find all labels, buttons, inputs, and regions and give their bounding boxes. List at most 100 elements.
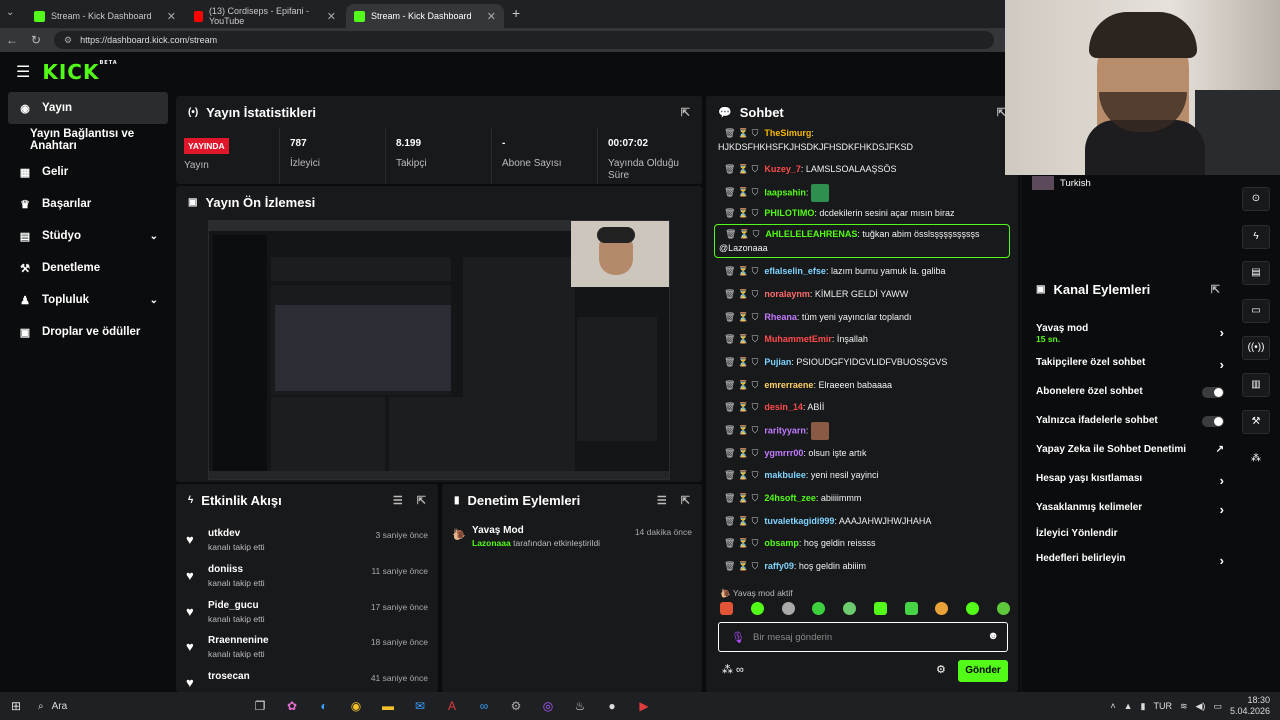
reload-icon[interactable]: ↻ xyxy=(24,33,48,47)
emote-button[interactable] xyxy=(996,602,1010,615)
chat-username[interactable]: obsamp xyxy=(764,538,799,548)
close-tab-icon[interactable]: ✕ xyxy=(327,10,336,23)
mod-tools-icon[interactable]: 🗑 ⏳ ⛉ xyxy=(725,229,759,239)
chat-username[interactable]: makbulee xyxy=(764,470,806,480)
sidebar-item-gelir[interactable]: ▦ Gelir xyxy=(0,156,172,188)
chat-username[interactable]: Kuzey_7 xyxy=(764,164,801,174)
close-tab-icon[interactable]: ✕ xyxy=(167,10,176,23)
activity-user[interactable]: utkdev xyxy=(208,528,240,539)
chevron-right-icon[interactable]: › xyxy=(1220,357,1224,372)
browser-tab-3[interactable]: Stream - Kick Dashboard ✕ xyxy=(346,4,504,28)
mod-tools-icon[interactable]: 🗑 ⏳ ⛉ xyxy=(724,448,758,458)
messenger-icon[interactable]: ◎ xyxy=(536,696,560,716)
tray-chevron-icon[interactable]: ˄ xyxy=(1110,701,1115,711)
emote-button[interactable] xyxy=(873,602,887,615)
outlook-icon[interactable]: ✉ xyxy=(408,696,432,716)
quick-action-camera-icon[interactable]: ⊙ xyxy=(1242,187,1270,211)
quick-action-document-icon[interactable]: ▤ xyxy=(1242,261,1270,285)
settings-gear-icon[interactable]: ⚙ xyxy=(936,663,946,676)
popout-icon[interactable]: ⇱ xyxy=(681,494,690,507)
emote-button[interactable] xyxy=(750,602,764,615)
site-info-icon[interactable]: ⚙ xyxy=(64,35,72,46)
edge-icon[interactable]: ◐ xyxy=(312,696,336,716)
chat-username[interactable]: rarityyarn xyxy=(764,425,806,435)
chat-input[interactable]: 🎙 Bir mesaj gönderin ☻ xyxy=(718,622,1008,652)
mod-tools-icon[interactable]: 🗑 ⏳ ⛉ xyxy=(724,516,758,526)
emote-button[interactable] xyxy=(966,602,980,615)
chat-username[interactable]: 24hsoft_zee xyxy=(764,493,816,503)
chevron-right-icon[interactable]: › xyxy=(1220,502,1224,517)
wifi-icon[interactable]: ≋ xyxy=(1180,701,1188,712)
popout-icon[interactable]: ⇱ xyxy=(681,106,690,119)
chat-username[interactable]: noralaynm xyxy=(764,289,810,299)
quick-action-chat-icon[interactable]: ▭ xyxy=(1242,299,1270,323)
chat-username[interactable]: Rheana xyxy=(764,312,797,322)
sidebar-item-denetleme[interactable]: ⚒ Denetleme xyxy=(0,252,172,284)
emote-button[interactable] xyxy=(720,602,733,615)
browser-tab-1[interactable]: Stream - Kick Dashboard ✕ xyxy=(26,4,184,28)
channel-action-raid[interactable]: İzleyici Yönlendir xyxy=(1036,528,1224,546)
chevron-down-icon[interactable]: ⌄ xyxy=(150,231,158,242)
toggle-switch[interactable] xyxy=(1202,416,1224,427)
files-icon[interactable]: ▬ xyxy=(376,696,400,716)
microphone-icon[interactable]: 🎙 xyxy=(731,631,745,644)
volume-icon[interactable]: ◀) xyxy=(1196,701,1206,712)
filter-icon[interactable]: ☰ xyxy=(657,494,667,507)
popout-icon[interactable]: ⇱ xyxy=(1211,283,1220,296)
chat-username[interactable]: PHILOTIMO xyxy=(764,208,814,218)
chat-username[interactable]: ygmrrr00 xyxy=(764,448,803,458)
mod-tools-icon[interactable]: 🗑 ⏳ ⛉ xyxy=(724,425,758,435)
mod-tools-icon[interactable]: 🗑 ⏳ ⛉ xyxy=(724,208,758,218)
emote-button[interactable] xyxy=(812,602,826,615)
mod-tools-icon[interactable]: 🗑 ⏳ ⛉ xyxy=(724,164,758,174)
quick-action-bolt-icon[interactable]: ϟ xyxy=(1242,225,1270,249)
quick-action-tool-icon[interactable]: ⚒ xyxy=(1242,410,1270,434)
chat-username[interactable]: eflalselin_efse xyxy=(764,266,826,276)
channel-action-banned-words[interactable]: Yasaklanmış kelimeler › xyxy=(1036,502,1224,520)
menu-icon[interactable]: ☰ xyxy=(16,62,30,82)
mod-tools-icon[interactable]: 🗑 ⏳ ⛉ xyxy=(724,538,758,548)
kick-logo[interactable]: KICKBETA xyxy=(42,60,117,84)
preview-video[interactable] xyxy=(208,220,670,480)
mod-log-user[interactable]: Lazonaaa xyxy=(472,538,511,548)
chat-username[interactable]: TheSimurg xyxy=(764,128,811,138)
steam-icon[interactable]: ♨ xyxy=(568,696,592,716)
send-button[interactable]: Gönder xyxy=(958,660,1008,682)
language-indicator[interactable]: TUR xyxy=(1153,701,1172,711)
activity-user[interactable]: trosecan xyxy=(208,671,250,682)
back-icon[interactable]: ← xyxy=(0,33,24,47)
activity-user[interactable]: Rraennenine xyxy=(208,635,269,646)
mod-tools-icon[interactable]: 🗑 ⏳ ⛉ xyxy=(724,312,758,322)
quick-action-layout-icon[interactable]: ▥ xyxy=(1242,373,1270,397)
mod-tools-icon[interactable]: 🗑 ⏳ ⛉ xyxy=(724,402,758,412)
mod-tools-icon[interactable]: 🗑 ⏳ ⛉ xyxy=(724,470,758,480)
channel-action-ai-moderation[interactable]: Yapay Zeka ile Sohbet Denetimi ↗ xyxy=(1036,444,1224,462)
mod-tools-icon[interactable]: 🗑 ⏳ ⛉ xyxy=(724,357,758,367)
sidebar-item-topluluk[interactable]: ♟ Topluluk ⌄ xyxy=(0,284,172,316)
recorder-icon[interactable]: ▶ xyxy=(632,696,656,716)
chat-username[interactable]: MuhammetEmir xyxy=(764,334,832,344)
points-icon[interactable]: ⁂ ∞ xyxy=(722,663,744,676)
close-tab-icon[interactable]: ✕ xyxy=(487,10,496,23)
quick-action-points-icon[interactable]: ⁂ xyxy=(1242,448,1270,472)
chat-username[interactable]: emrerraene xyxy=(764,380,813,390)
url-field[interactable]: ⚙ https://dashboard.kick.com/stream xyxy=(54,31,994,49)
settings-icon[interactable]: ⚙ xyxy=(504,696,528,716)
chat-username[interactable]: Pujian xyxy=(764,357,791,367)
chat-username[interactable]: laapsahin xyxy=(764,187,806,197)
mod-tools-icon[interactable]: 🗑 ⏳ ⛉ xyxy=(724,289,758,299)
channel-action-subscribers-only[interactable]: Abonelere özel sohbet xyxy=(1036,386,1224,404)
chrome-icon[interactable]: ◉ xyxy=(344,696,368,716)
channel-action-goals[interactable]: Hedefleri belirleyin › xyxy=(1036,553,1224,571)
app-icon[interactable]: A xyxy=(440,696,464,716)
battery-icon[interactable]: ▭ xyxy=(1213,701,1222,712)
chevron-down-icon[interactable]: ⌄ xyxy=(150,295,158,306)
clock[interactable]: 18:30 5.04.2026 xyxy=(1230,695,1270,717)
task-view-icon[interactable]: ❐ xyxy=(248,696,272,716)
sidebar-item-basarilar[interactable]: ♛ Başarılar xyxy=(0,188,172,220)
chevron-right-icon[interactable]: › xyxy=(1220,553,1224,568)
channel-action-account-age[interactable]: Hesap yaşı kısıtlaması › xyxy=(1036,473,1224,491)
mod-tools-icon[interactable]: 🗑 ⏳ ⛉ xyxy=(724,380,758,390)
emote-button[interactable] xyxy=(935,602,949,615)
popout-icon[interactable]: ⇱ xyxy=(417,494,426,507)
